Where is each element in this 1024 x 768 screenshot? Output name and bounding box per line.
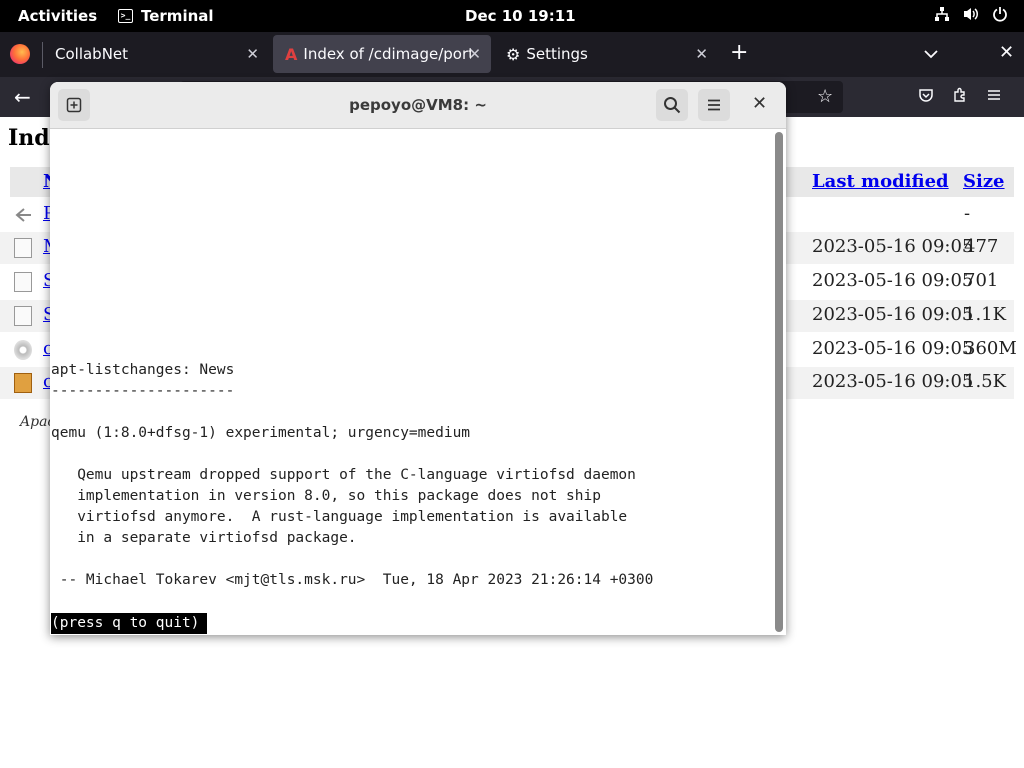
disc-icon — [14, 340, 32, 360]
tab-collabnet[interactable]: CollabNet ✕ — [43, 35, 269, 73]
system-tray[interactable] — [934, 6, 1008, 22]
search-button[interactable] — [656, 89, 688, 121]
bookmark-star-icon[interactable]: ☆ — [817, 86, 833, 107]
column-header-size[interactable]: Size — [963, 171, 1005, 192]
terminal-line: Qemu upstream dropped support of the C-l… — [51, 467, 636, 483]
list-all-tabs-chevron-down-icon[interactable] — [924, 44, 938, 63]
toolbar-icons — [918, 87, 1002, 107]
volume-icon[interactable] — [962, 6, 980, 22]
pocket-icon[interactable] — [918, 87, 934, 107]
firefox-logo-icon — [10, 44, 30, 64]
tab-label: CollabNet — [55, 45, 129, 63]
terminal-icon: >_ — [118, 9, 133, 23]
hamburger-menu-icon — [708, 99, 720, 111]
file-size: 477 — [964, 236, 999, 257]
clock[interactable]: Dec 10 19:11 — [465, 7, 576, 25]
terminal-line: apt-listchanges: News — [51, 362, 235, 378]
terminal-header-bar[interactable]: pepoyo@VM8: ~ ✕ — [50, 82, 786, 129]
tab-close-icon[interactable]: ✕ — [246, 45, 259, 63]
window-close-icon[interactable]: ✕ — [999, 42, 1014, 63]
terminal-line: implementation in version 8.0, so this p… — [51, 488, 601, 504]
browser-tab-strip: CollabNet ✕ A Index of /cdimage/ports/ ✕… — [0, 32, 1024, 77]
hamburger-menu-icon[interactable] — [986, 87, 1002, 107]
column-header-last-modified-cell: Last modified — [806, 167, 958, 197]
gear-icon: ⚙ — [506, 44, 521, 64]
tab-settings[interactable]: ⚙ Settings ✕ — [494, 35, 718, 73]
file-size: - — [964, 203, 971, 224]
app-menu-terminal[interactable]: >_ Terminal — [118, 7, 214, 25]
network-icon[interactable] — [934, 6, 950, 22]
gnome-top-bar: Activities >_ Terminal Dec 10 19:11 — [0, 0, 1024, 32]
column-header-size-cell: Size — [958, 167, 1014, 197]
text-file-icon — [14, 306, 32, 326]
file-date: 2023-05-16 09:05 — [812, 371, 974, 392]
activities-button[interactable]: Activities — [18, 7, 97, 25]
file-size: 1.5K — [964, 371, 1007, 392]
tab-close-icon[interactable]: ✕ — [468, 45, 481, 63]
back-icon — [14, 205, 32, 225]
close-icon[interactable]: ✕ — [752, 93, 767, 114]
extensions-icon[interactable] — [952, 87, 968, 107]
text-file-icon — [14, 272, 32, 292]
terminal-line: in a separate virtiofsd package. — [51, 530, 357, 546]
tab-close-icon[interactable]: ✕ — [695, 45, 708, 63]
file-date: 2023-05-16 09:05 — [812, 338, 974, 359]
terminal-window[interactable]: pepoyo@VM8: ~ ✕ apt-listchanges: News --… — [50, 82, 786, 635]
file-size: 701 — [964, 270, 999, 291]
new-tab-button[interactable]: + — [730, 40, 748, 65]
apache-feather-icon: A — [285, 44, 298, 64]
terminal-output[interactable]: apt-listchanges: News ------------------… — [50, 129, 772, 635]
terminal-line: -- Michael Tokarev <mjt@tls.msk.ru> Tue,… — [51, 572, 654, 588]
pager-quit-prompt: (press q to quit) — [51, 613, 208, 634]
file-size: 1.1K — [964, 304, 1007, 325]
file-size: 360M — [964, 338, 1017, 359]
search-icon — [664, 97, 681, 114]
package-icon — [14, 373, 32, 393]
file-date: 2023-05-16 09:05 — [812, 236, 974, 257]
tab-index-of-cdimage[interactable]: A Index of /cdimage/ports/ ✕ — [273, 35, 491, 73]
terminal-line: --------------------- — [51, 383, 235, 399]
column-header-last-modified[interactable]: Last modified — [812, 171, 949, 192]
scrollbar-thumb[interactable] — [775, 132, 783, 632]
file-date: 2023-05-16 09:05 — [812, 304, 974, 325]
terminal-line: qemu (1:8.0+dfsg-1) experimental; urgenc… — [51, 425, 471, 441]
terminal-line: virtiofsd anymore. A rust-language imple… — [51, 509, 628, 525]
tab-label: Settings — [526, 45, 588, 63]
app-name-label: Terminal — [141, 7, 214, 25]
menu-button[interactable] — [698, 89, 730, 121]
power-icon[interactable] — [992, 6, 1008, 22]
text-file-icon — [14, 238, 32, 258]
tab-label: Index of /cdimage/ports/ — [303, 45, 472, 63]
back-arrow-icon[interactable]: ← — [14, 85, 31, 109]
file-date: 2023-05-16 09:05 — [812, 270, 974, 291]
